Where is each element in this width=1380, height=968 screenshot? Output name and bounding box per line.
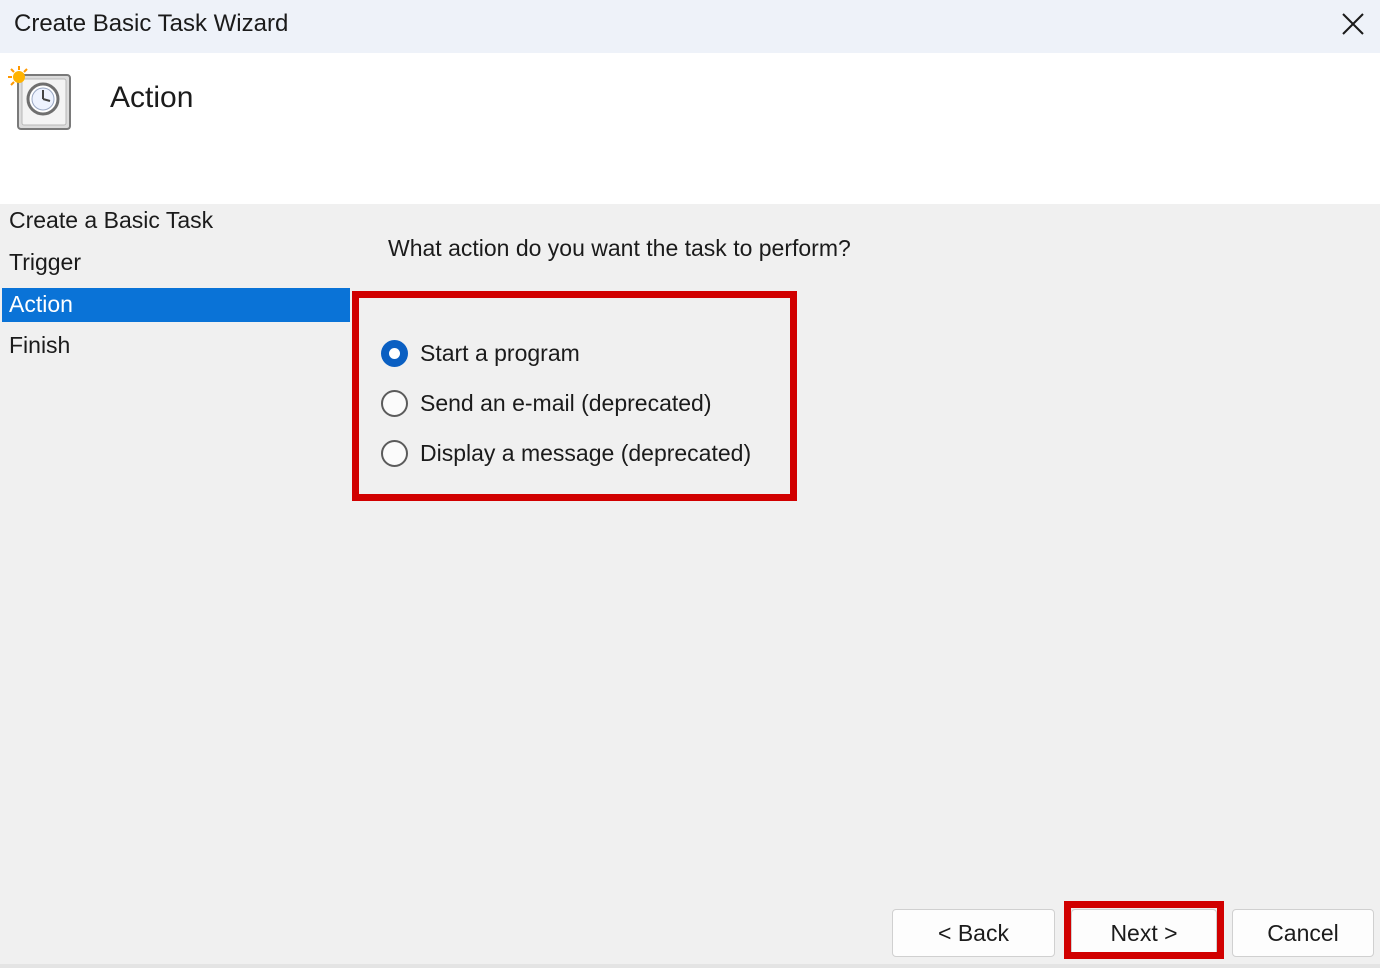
step-create-basic-task: Create a Basic Task bbox=[9, 207, 214, 233]
close-icon bbox=[1342, 12, 1364, 35]
wizard-header: Action bbox=[0, 53, 1380, 204]
close-button[interactable] bbox=[1326, 0, 1380, 47]
option-send-email[interactable]: Send an e-mail (deprecated) bbox=[381, 388, 712, 418]
action-question: What action do you want the task to perf… bbox=[388, 235, 851, 261]
step-trigger: Trigger bbox=[9, 249, 81, 275]
option-start-program[interactable]: Start a program bbox=[381, 338, 580, 368]
next-button[interactable]: Next > bbox=[1071, 909, 1217, 957]
option-label: Start a program bbox=[420, 339, 580, 366]
window-title: Create Basic Task Wizard bbox=[14, 10, 289, 37]
back-button[interactable]: < Back bbox=[892, 909, 1055, 957]
window-bottom-edge bbox=[0, 964, 1380, 968]
radio-button[interactable] bbox=[381, 389, 408, 417]
title-bar: Create Basic Task Wizard bbox=[0, 0, 1380, 53]
radio-button[interactable] bbox=[381, 439, 408, 467]
page-title: Action bbox=[110, 81, 194, 114]
cancel-button[interactable]: Cancel bbox=[1232, 909, 1374, 957]
option-label: Display a message (deprecated) bbox=[420, 439, 752, 466]
wizard-window: Create Basic Task Wizard Action Create a… bbox=[0, 0, 1380, 968]
radio-button-checked[interactable] bbox=[381, 339, 408, 367]
step-action: Action bbox=[2, 288, 350, 322]
option-label: Send an e-mail (deprecated) bbox=[420, 389, 712, 416]
task-scheduler-clock-icon bbox=[8, 66, 71, 130]
step-finish: Finish bbox=[9, 332, 71, 358]
option-display-message[interactable]: Display a message (deprecated) bbox=[381, 438, 751, 468]
